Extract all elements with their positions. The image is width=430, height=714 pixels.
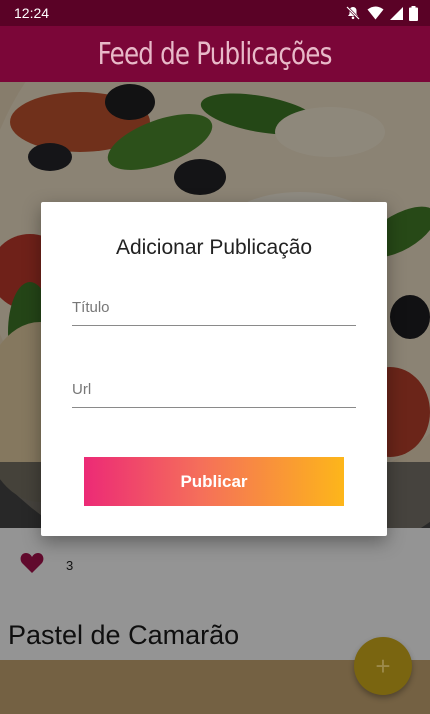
page-title: Feed de Publicações xyxy=(98,36,333,72)
notifications-off-icon xyxy=(345,5,361,21)
url-field-container xyxy=(72,372,356,408)
signal-icon xyxy=(390,6,403,20)
status-icons xyxy=(345,5,418,21)
add-icon: + xyxy=(375,651,391,681)
title-input[interactable] xyxy=(72,290,356,325)
url-input[interactable] xyxy=(72,372,356,407)
add-post-dialog: Adicionar Publicação Publicar xyxy=(41,202,387,536)
wifi-icon xyxy=(367,6,384,20)
status-time: 12:24 xyxy=(14,5,50,21)
status-bar: 12:24 xyxy=(0,0,430,26)
publish-button[interactable]: Publicar xyxy=(84,457,344,506)
app-bar: Feed de Publicações xyxy=(0,26,430,82)
add-post-fab[interactable]: + xyxy=(354,637,412,695)
dialog-title: Adicionar Publicação xyxy=(115,236,313,259)
battery-icon xyxy=(409,5,418,21)
title-field-container xyxy=(72,290,356,326)
